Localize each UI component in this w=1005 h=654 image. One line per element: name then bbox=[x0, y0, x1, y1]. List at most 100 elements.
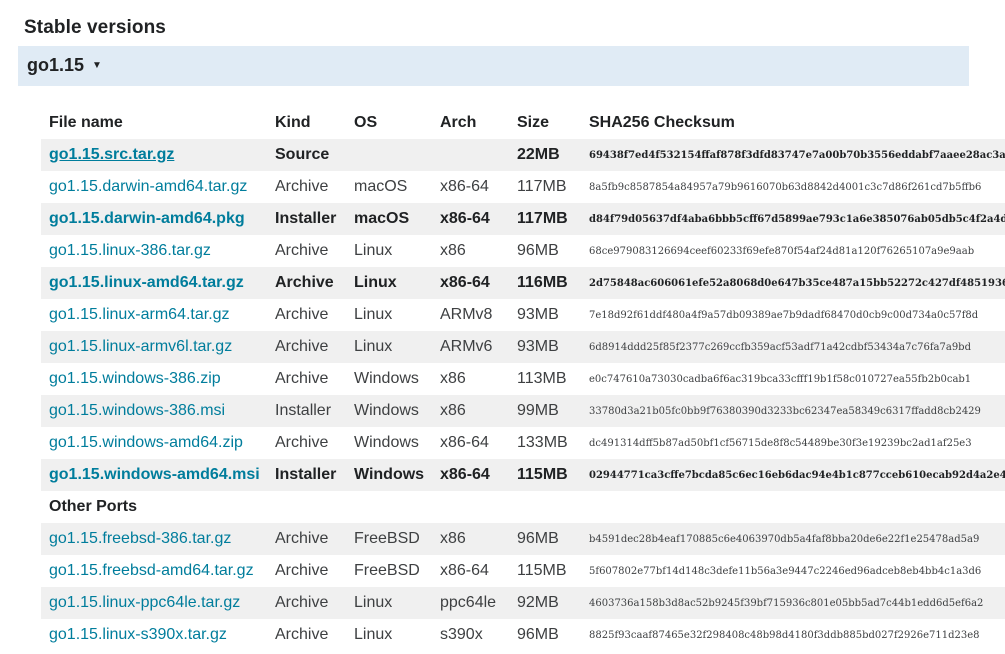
arch-cell: ARMv8 bbox=[440, 306, 493, 323]
size-cell: 92MB bbox=[517, 594, 559, 611]
table-row: go1.15.linux-amd64.tar.gz Archive Linux x86… bbox=[41, 267, 1005, 299]
download-link[interactable]: go1.15.linux-s390x.tar.gz bbox=[49, 626, 227, 643]
checksum-cell: 8825f93caaf87465e32f298408c48b98d4180f3d… bbox=[589, 629, 980, 641]
arch-cell: x86-64 bbox=[440, 274, 490, 291]
column-header-size: Size bbox=[517, 114, 550, 131]
os-cell: Windows bbox=[354, 402, 419, 419]
checksum-cell: 69438f7ed4f532154ffaf878f3dfd83747e7a00b… bbox=[589, 149, 1005, 161]
os-cell: Windows bbox=[354, 466, 425, 483]
file-name-cell: go1.15.src.tar.gz bbox=[41, 139, 267, 171]
arch-cell: x86 bbox=[440, 370, 466, 387]
kind-cell: Archive bbox=[275, 242, 329, 259]
other-ports-row: Other Ports bbox=[41, 491, 1005, 523]
download-link[interactable]: go1.15.linux-amd64.tar.gz bbox=[49, 274, 244, 291]
arch-cell bbox=[432, 139, 509, 171]
size-cell: 93MB bbox=[517, 338, 559, 355]
os-cell: Windows bbox=[354, 370, 419, 387]
os-cell: Linux bbox=[354, 626, 393, 643]
table-row: go1.15.linux-arm64.tar.gz Archive Linux ARM… bbox=[41, 299, 1005, 331]
os-cell: FreeBSD bbox=[354, 562, 420, 579]
download-link[interactable]: go1.15.darwin-amd64.pkg bbox=[49, 210, 245, 227]
download-link[interactable]: go1.15.windows-386.zip bbox=[49, 370, 221, 387]
table-row: go1.15.linux-386.tar.gz Archive Linux x86 96… bbox=[41, 235, 1005, 267]
size-cell: 115MB bbox=[517, 562, 567, 579]
os-cell: Linux bbox=[354, 274, 397, 291]
file-name-cell: go1.15.freebsd-amd64.tar.gz bbox=[41, 555, 267, 587]
os-cell: Windows bbox=[354, 434, 419, 451]
os-cell bbox=[346, 139, 432, 171]
kind-cell: Installer bbox=[275, 402, 332, 419]
arch-cell: x86-64 bbox=[440, 210, 490, 227]
kind-cell: Archive bbox=[275, 370, 329, 387]
arch-cell: ppc64le bbox=[440, 594, 497, 611]
arch-cell: x86-64 bbox=[440, 178, 489, 195]
table-row: go1.15.src.tar.gz Source 22MB 69438f7ed4f53… bbox=[41, 139, 1005, 171]
arch-cell: x86-64 bbox=[440, 562, 489, 579]
download-link[interactable]: go1.15.darwin-amd64.tar.gz bbox=[49, 178, 247, 195]
checksum-cell: 02944771ca3cffe7bcda85c6ec16eb6dac94e4b1… bbox=[589, 469, 1005, 481]
table-header-row: File name Kind OS Arch Size SHA256 Check… bbox=[41, 107, 1005, 139]
file-name-cell: go1.15.linux-s390x.tar.gz bbox=[41, 619, 267, 651]
version-toggle[interactable]: go1.15 ▼ bbox=[27, 55, 102, 76]
kind-cell: Installer bbox=[275, 210, 337, 227]
file-name-cell: go1.15.linux-armv6l.tar.gz bbox=[41, 331, 267, 363]
os-cell: FreeBSD bbox=[354, 530, 420, 547]
column-header-os: OS bbox=[354, 114, 378, 131]
file-name-cell: go1.15.windows-386.zip bbox=[41, 363, 267, 395]
download-link[interactable]: go1.15.linux-386.tar.gz bbox=[49, 242, 211, 259]
download-link[interactable]: go1.15.windows-amd64.zip bbox=[49, 434, 243, 451]
size-cell: 96MB bbox=[517, 530, 559, 547]
checksum-cell: dc491314dff5b87ad50bf1cf56715de8f8c54489… bbox=[589, 437, 972, 449]
download-link[interactable]: go1.15.src.tar.gz bbox=[49, 146, 174, 163]
table-row: go1.15.linux-ppc64le.tar.gz Archive Linux p… bbox=[41, 587, 1005, 619]
arch-cell: x86 bbox=[440, 402, 466, 419]
download-link[interactable]: go1.15.freebsd-amd64.tar.gz bbox=[49, 562, 254, 579]
table-row: go1.15.linux-s390x.tar.gz Archive Linux s39… bbox=[41, 619, 1005, 651]
file-name-cell: go1.15.linux-386.tar.gz bbox=[41, 235, 267, 267]
kind-cell: Installer bbox=[275, 466, 337, 483]
table-row: go1.15.windows-amd64.zip Archive Windows x8… bbox=[41, 427, 1005, 459]
version-header[interactable]: go1.15 ▼ bbox=[18, 46, 969, 86]
table-row: go1.15.windows-amd64.msi Installer Windows… bbox=[41, 459, 1005, 491]
arch-cell: s390x bbox=[440, 626, 483, 643]
checksum-cell: 2d75848ac606061efe52a8068d0e647b35ce487a… bbox=[589, 277, 1005, 289]
os-cell: Linux bbox=[354, 242, 393, 259]
checksum-cell: d84f79d05637df4aba6bbb5cff67d5899ae793c1… bbox=[589, 213, 1005, 225]
checksum-cell: e0c747610a73030cadba6f6ac319bca33cfff19b… bbox=[589, 373, 972, 385]
arch-cell: x86 bbox=[440, 530, 466, 547]
arch-cell: x86-64 bbox=[440, 434, 489, 451]
kind-cell: Archive bbox=[275, 562, 329, 579]
size-cell: 99MB bbox=[517, 402, 559, 419]
os-cell: Linux bbox=[354, 594, 393, 611]
file-name-cell: go1.15.windows-386.msi bbox=[41, 395, 267, 427]
checksum-cell: 7e18d92f61ddf480a4f9a57db09389ae7b9dadf6… bbox=[589, 309, 979, 321]
other-ports-files: go1.15.freebsd-386.tar.gz Archive FreeBSD x… bbox=[41, 523, 1005, 651]
kind-cell: Archive bbox=[275, 434, 329, 451]
download-link[interactable]: go1.15.windows-386.msi bbox=[49, 402, 225, 419]
os-cell: Linux bbox=[354, 306, 393, 323]
os-cell: macOS bbox=[354, 178, 408, 195]
arch-cell: x86-64 bbox=[440, 466, 490, 483]
file-name-cell: go1.15.darwin-amd64.pkg bbox=[41, 203, 267, 235]
download-link[interactable]: go1.15.linux-ppc64le.tar.gz bbox=[49, 594, 240, 611]
downloads-table: File name Kind OS Arch Size SHA256 Check… bbox=[41, 107, 1005, 651]
kind-cell: Archive bbox=[275, 530, 329, 547]
checksum-cell: 33780d3a21b05fc0bb9f76380390d3233bc62347… bbox=[589, 405, 981, 417]
checksum-cell: 8a5fb9c8587854a84957a79b9616070b63d8842d… bbox=[589, 181, 982, 193]
download-link[interactable]: go1.15.linux-arm64.tar.gz bbox=[49, 306, 230, 323]
file-name-cell: go1.15.linux-ppc64le.tar.gz bbox=[41, 587, 267, 619]
checksum-cell: 6d8914ddd25f85f2377c269ccfb359acf53adf71… bbox=[589, 341, 971, 353]
checksum-cell: 68ce979083126694ceef60233f69efe870f54af2… bbox=[589, 245, 975, 257]
file-name-cell: go1.15.windows-amd64.msi bbox=[41, 459, 267, 491]
kind-cell: Archive bbox=[275, 594, 329, 611]
size-cell: 93MB bbox=[517, 306, 559, 323]
download-link[interactable]: go1.15.windows-amd64.msi bbox=[49, 466, 260, 483]
download-link[interactable]: go1.15.linux-armv6l.tar.gz bbox=[49, 338, 232, 355]
kind-cell: Archive bbox=[275, 306, 329, 323]
file-name-cell: go1.15.linux-amd64.tar.gz bbox=[41, 267, 267, 299]
file-name-cell: go1.15.freebsd-386.tar.gz bbox=[41, 523, 267, 555]
size-cell: 96MB bbox=[517, 626, 559, 643]
table-row: go1.15.freebsd-386.tar.gz Archive FreeBSD x… bbox=[41, 523, 1005, 555]
download-link[interactable]: go1.15.freebsd-386.tar.gz bbox=[49, 530, 231, 547]
size-cell: 22MB bbox=[517, 146, 560, 163]
